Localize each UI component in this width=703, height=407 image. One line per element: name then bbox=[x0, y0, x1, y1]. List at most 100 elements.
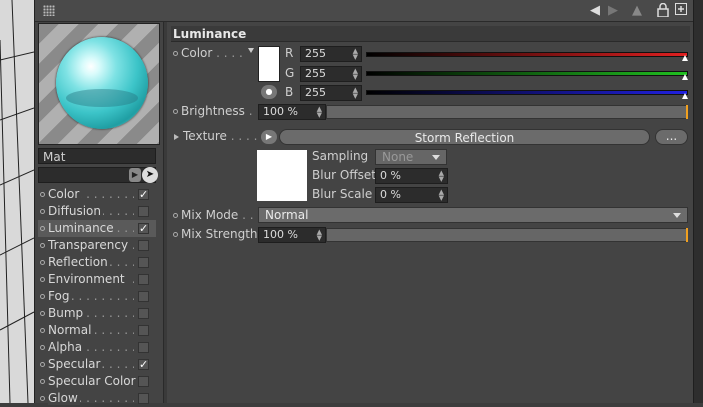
channel-item[interactable]: . . . . . . . . . . . . . . . . . . . .B… bbox=[38, 305, 156, 322]
material-editor-window: ◀ ▶ ▲ Mat ▶ ➤ . . . . . . . . . . . . . … bbox=[34, 0, 694, 405]
channel-item[interactable]: . . . . . . . . . . . . . . . . . . . .N… bbox=[38, 322, 156, 339]
channel-item[interactable]: . . . . . . . . . . . . . . . . . . . .R… bbox=[38, 254, 156, 271]
panel-divider[interactable] bbox=[163, 22, 167, 403]
texture-options-button[interactable]: ▶ bbox=[261, 130, 277, 144]
animate-dot-icon[interactable] bbox=[173, 109, 178, 114]
channel-item[interactable]: . . . . . . . . . . . . . . . . . . . .L… bbox=[38, 220, 156, 237]
brightness-slider[interactable] bbox=[326, 105, 688, 119]
channel-dot-icon bbox=[40, 311, 45, 316]
texture-label: Texture . . . . bbox=[174, 129, 257, 143]
channel-label: Normal bbox=[48, 323, 94, 337]
material-preview[interactable] bbox=[38, 23, 160, 145]
window-edge bbox=[693, 0, 703, 403]
expand-arrow-icon[interactable]: ▶ bbox=[129, 168, 141, 182]
channel-checkbox[interactable] bbox=[138, 257, 149, 268]
animate-dot-icon[interactable] bbox=[173, 232, 178, 237]
blur-scale-label: Blur Scale bbox=[312, 187, 373, 201]
channel-item[interactable]: . . . . . . . . . . . . . . . . . . . .C… bbox=[38, 186, 156, 203]
color-mode-dropdown-icon[interactable] bbox=[248, 48, 254, 53]
blur-offset-label: Blur Offset bbox=[312, 168, 376, 182]
channel-item[interactable]: . . . . . . . . . . . . . . . . . . . .S… bbox=[38, 373, 156, 390]
chevron-down-icon bbox=[432, 155, 440, 160]
new-window-icon[interactable] bbox=[673, 3, 689, 19]
channel-dot-icon bbox=[40, 379, 45, 384]
channel-dot-icon bbox=[40, 226, 45, 231]
channel-item[interactable]: . . . . . . . . . . . . . . . . . . . .D… bbox=[38, 203, 156, 220]
sampling-label: Sampling bbox=[312, 149, 369, 163]
channel-checkbox[interactable]: ✓ bbox=[138, 223, 149, 234]
texture-preview[interactable] bbox=[257, 150, 307, 201]
texture-button[interactable]: Storm Reflection bbox=[279, 129, 650, 145]
channel-label: Color bbox=[48, 187, 82, 201]
red-slider-thumb[interactable] bbox=[682, 55, 688, 61]
mix-strength-field[interactable]: 100 % ▲ ▼ bbox=[258, 227, 326, 243]
channel-checkbox[interactable] bbox=[138, 206, 149, 217]
pin-icon[interactable]: ▲ bbox=[629, 3, 645, 19]
sampling-dropdown[interactable]: None bbox=[375, 149, 447, 165]
red-slider[interactable] bbox=[366, 52, 688, 57]
green-slider-thumb[interactable] bbox=[682, 74, 688, 80]
color-options-button[interactable]: ● bbox=[261, 85, 277, 99]
channel-label: Transparency bbox=[48, 238, 131, 252]
stepper-icon[interactable]: ▲ ▼ bbox=[353, 87, 358, 100]
channel-checkbox[interactable] bbox=[138, 308, 149, 319]
channel-dot-icon bbox=[40, 192, 45, 197]
back-arrow-icon[interactable]: ◀ bbox=[587, 3, 603, 19]
channel-label: Specular bbox=[48, 357, 103, 371]
channel-checkbox[interactable] bbox=[138, 376, 149, 387]
blur-scale-field[interactable]: 0 % ▲ ▼ bbox=[375, 187, 448, 203]
blue-slider[interactable] bbox=[366, 90, 688, 95]
g-value-field[interactable]: 255 ▲ ▼ bbox=[300, 66, 362, 82]
channel-checkbox[interactable] bbox=[138, 342, 149, 353]
channel-item[interactable]: . . . . . . . . . . . . . . . . . . . .E… bbox=[38, 271, 156, 288]
drag-grip-icon[interactable] bbox=[43, 5, 55, 16]
mix-strength-label: Mix Strength bbox=[173, 227, 258, 241]
stepper-icon[interactable]: ▲ ▼ bbox=[317, 106, 322, 119]
title-bar[interactable]: ◀ ▶ ▲ bbox=[35, 0, 694, 22]
expand-arrow-icon[interactable] bbox=[174, 133, 179, 140]
texture-more-button[interactable]: ... bbox=[655, 129, 688, 145]
channel-item[interactable]: . . . . . . . . . . . . . . . . . . . .A… bbox=[38, 339, 156, 356]
channel-checkbox[interactable] bbox=[138, 240, 149, 251]
r-value-field[interactable]: 255 ▲ ▼ bbox=[300, 46, 362, 62]
stepper-icon[interactable]: ▲ ▼ bbox=[353, 68, 358, 81]
channel-label: Fog bbox=[48, 289, 72, 303]
brightness-label: Brightness . bbox=[173, 104, 253, 118]
mix-strength-slider[interactable] bbox=[326, 228, 688, 242]
stepper-icon[interactable]: ▲ ▼ bbox=[353, 48, 358, 61]
brightness-field[interactable]: 100 % ▲ ▼ bbox=[258, 104, 326, 120]
channel-dot-icon bbox=[40, 328, 45, 333]
blue-slider-thumb[interactable] bbox=[682, 93, 688, 99]
viewport-panel[interactable] bbox=[0, 0, 34, 403]
b-value-field[interactable]: 255 ▲ ▼ bbox=[300, 85, 362, 101]
material-name-field[interactable]: Mat bbox=[38, 148, 156, 164]
color-swatch[interactable] bbox=[258, 46, 280, 82]
animate-dot-icon[interactable] bbox=[173, 213, 178, 218]
channel-dot-icon bbox=[40, 260, 45, 265]
channel-item[interactable]: . . . . . . . . . . . . . . . . . . . .F… bbox=[38, 288, 156, 305]
channel-item[interactable]: . . . . . . . . . . . . . . . . . . . .G… bbox=[38, 390, 156, 407]
green-slider[interactable] bbox=[366, 71, 688, 76]
b-label: B bbox=[285, 85, 294, 99]
pick-cursor-icon[interactable]: ➤ bbox=[142, 167, 158, 183]
stepper-icon[interactable]: ▲ ▼ bbox=[439, 170, 444, 183]
channel-checkbox[interactable] bbox=[138, 393, 149, 404]
lock-icon[interactable] bbox=[655, 2, 671, 19]
channel-item[interactable]: . . . . . . . . . . . . . . . . . . . .S… bbox=[38, 356, 156, 373]
animate-dot-icon[interactable] bbox=[173, 51, 178, 56]
channel-checkbox[interactable]: ✓ bbox=[138, 359, 149, 370]
channel-checkbox[interactable]: ✓ bbox=[138, 189, 149, 200]
stepper-icon[interactable]: ▲ ▼ bbox=[439, 189, 444, 202]
channel-checkbox[interactable] bbox=[138, 274, 149, 285]
channel-checkbox[interactable] bbox=[138, 325, 149, 336]
forward-arrow-icon[interactable]: ▶ bbox=[605, 3, 621, 19]
channel-item[interactable]: . . . . . . . . . . . . . . . . . . . .T… bbox=[38, 237, 156, 254]
mix-mode-dropdown[interactable]: Normal bbox=[258, 207, 688, 223]
channel-dot-icon bbox=[40, 294, 45, 299]
mix-mode-label: Mix Mode . . bbox=[173, 208, 254, 222]
stepper-icon[interactable]: ▲ ▼ bbox=[317, 229, 322, 242]
channel-label: Reflection bbox=[48, 255, 110, 269]
blur-offset-field[interactable]: 0 % ▲ ▼ bbox=[375, 168, 448, 184]
channel-list: . . . . . . . . . . . . . . . . . . . .C… bbox=[38, 186, 156, 407]
channel-checkbox[interactable] bbox=[138, 291, 149, 302]
